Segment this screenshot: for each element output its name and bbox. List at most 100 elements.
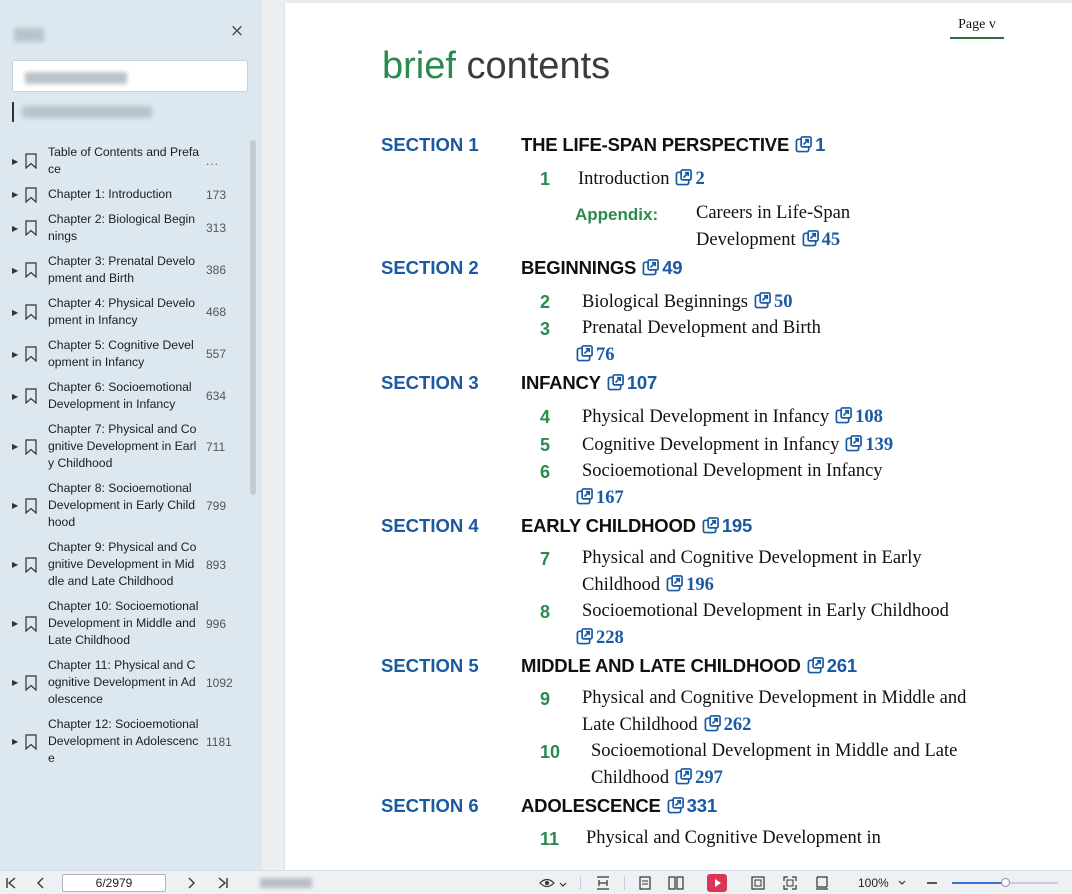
chapter-page-link[interactable]: 76 [596,345,615,365]
external-link-icon[interactable] [807,657,824,674]
expand-arrow-icon[interactable]: ▶ [12,501,22,510]
sidebar-filter[interactable] [12,100,154,124]
fit-width-button[interactable] [594,874,612,892]
next-page-button[interactable] [184,874,198,892]
chapter-page-link[interactable]: 228 [596,628,624,648]
section-page-link[interactable]: 195 [722,515,752,536]
chapter-page-link[interactable]: 196 [686,575,714,595]
first-page-button[interactable] [4,874,18,892]
expand-arrow-icon[interactable]: ▶ [12,737,22,746]
sidebar-search-input[interactable] [12,60,248,92]
bookmark-item[interactable]: ▶ Chapter 12: Socioemotional Development … [0,712,248,771]
external-link-icon[interactable] [675,768,693,785]
bookmark-item[interactable]: ▶ Chapter 6: Socioemotional Development i… [0,375,248,417]
bookmark-item[interactable]: ▶ Chapter 4: Physical Development in Infa… [0,291,248,333]
section-page-link[interactable]: 331 [687,795,717,816]
fullscreen-button[interactable] [781,874,799,892]
two-page-button[interactable] [666,874,686,892]
read-mode-button[interactable] [538,874,568,892]
bookmark-item[interactable]: ▶ Chapter 10: Socioemotional Development … [0,594,248,653]
section-label: SECTION 6 [381,795,479,816]
expand-arrow-icon[interactable]: ▶ [12,308,22,317]
expand-arrow-icon[interactable]: ▶ [12,190,22,199]
chapter-page-link[interactable]: 139 [865,435,893,455]
zoom-slider-fill [952,882,1005,884]
expand-arrow-icon[interactable]: ▶ [12,392,22,401]
scroll-mode-button[interactable] [749,874,767,892]
bookmark-page-number: 173 [206,187,227,202]
external-link-icon[interactable] [702,517,719,534]
chapter-entry: 228 [576,628,624,649]
bookmark-item[interactable]: ▶ Chapter 7: Physical and Cognitive Devel… [0,417,248,476]
chapter-entry: Biological Beginnings 50 [582,292,792,313]
chapter-title-line2: Childhood [582,575,661,595]
section-title-text: INFANCY [521,372,601,393]
zoom-slider-knob[interactable] [1001,878,1010,887]
expand-arrow-icon[interactable]: ▶ [12,619,22,628]
expand-arrow-icon[interactable]: ▶ [12,157,22,166]
external-link-icon[interactable] [667,797,684,814]
chapter-page-link[interactable]: 50 [774,292,793,312]
chapter-title: Physical Development in Infancy [582,407,830,427]
external-link-icon[interactable] [795,136,812,153]
sidebar-scrollbar[interactable] [250,140,256,495]
last-page-button[interactable] [216,874,230,892]
bookmark-title: Chapter 6: Socioemotional Development in… [48,380,192,411]
fit-width-icon [597,876,609,890]
bookmark-page-number: 313 [206,221,227,235]
previous-page-button[interactable] [34,874,48,892]
bookmark-item[interactable]: ▶ Chapter 9: Physical and Cognitive Devel… [0,535,248,594]
close-sidebar-icon[interactable]: × [228,22,246,40]
status-divider [580,876,581,890]
chapter-page-link[interactable]: 108 [855,407,883,427]
bookmark-icon [25,674,37,691]
expand-arrow-icon[interactable]: ▶ [12,560,22,569]
bookmark-item[interactable]: ▶ Table of Contents and Preface... [0,140,248,182]
single-page-button[interactable] [636,874,654,892]
chapter-entry: Introduction 2 [578,169,705,190]
bookmark-item[interactable]: ▶ Chapter 11: Physical and Cognitive Deve… [0,653,248,712]
expand-arrow-icon[interactable]: ▶ [12,266,22,275]
expand-arrow-icon[interactable]: ▶ [12,678,22,687]
title-word-brief: brief [382,45,456,87]
section-page-link[interactable]: 261 [827,655,857,676]
bookmark-item[interactable]: ▶ Chapter 1: Introduction 173 [0,182,248,207]
bookmark-item[interactable]: ▶ Chapter 5: Cognitive Development in Inf… [0,333,248,375]
external-link-icon[interactable] [576,488,593,505]
bookmark-icon [25,733,37,750]
bookmark-page-button[interactable] [813,874,831,892]
external-link-icon[interactable] [845,435,863,452]
external-link-icon[interactable] [802,230,819,247]
section-page-link[interactable]: 49 [662,257,682,278]
bookmark-page-number: 711 [206,439,226,454]
bookmark-item[interactable]: ▶ Chapter 3: Prenatal Development and Bir… [0,249,248,291]
expand-arrow-icon[interactable]: ▶ [12,442,22,451]
page-number-input[interactable]: 6/2979 [62,874,166,892]
section-page-link[interactable]: 1 [815,134,825,155]
zoom-dropdown[interactable]: 100% [858,874,906,892]
chapter-page-link[interactable]: 167 [596,488,624,508]
expand-arrow-icon[interactable]: ▶ [12,350,22,359]
chapter-number: 6 [540,462,551,482]
external-link-icon[interactable] [576,345,593,362]
external-link-icon[interactable] [835,407,853,424]
external-link-icon[interactable] [666,575,684,592]
expand-arrow-icon[interactable]: ▶ [12,224,22,233]
chapter-page-link[interactable]: 262 [724,715,752,735]
zoom-out-button[interactable] [924,874,940,892]
external-link-icon[interactable] [607,374,624,391]
bookmark-item[interactable]: ▶ Chapter 8: Socioemotional Development i… [0,476,248,535]
chapter-page-link[interactable]: 297 [695,768,723,788]
section-page-link[interactable]: 107 [627,372,657,393]
external-link-icon[interactable] [754,292,771,309]
chapter-title-line2: Late Childhood [582,715,698,735]
external-link-icon[interactable] [576,628,593,645]
bookmark-item[interactable]: ▶ Chapter 2: Biological Beginnings 313 [0,207,248,249]
external-link-icon[interactable] [704,715,721,732]
slideshow-button[interactable] [707,874,727,892]
external-link-icon[interactable] [642,259,660,276]
chapter-page-link[interactable]: 2 [695,169,704,189]
sidebar-splitter[interactable] [262,0,285,870]
external-link-icon[interactable] [675,169,693,186]
appendix-page-link[interactable]: 45 [822,230,841,250]
